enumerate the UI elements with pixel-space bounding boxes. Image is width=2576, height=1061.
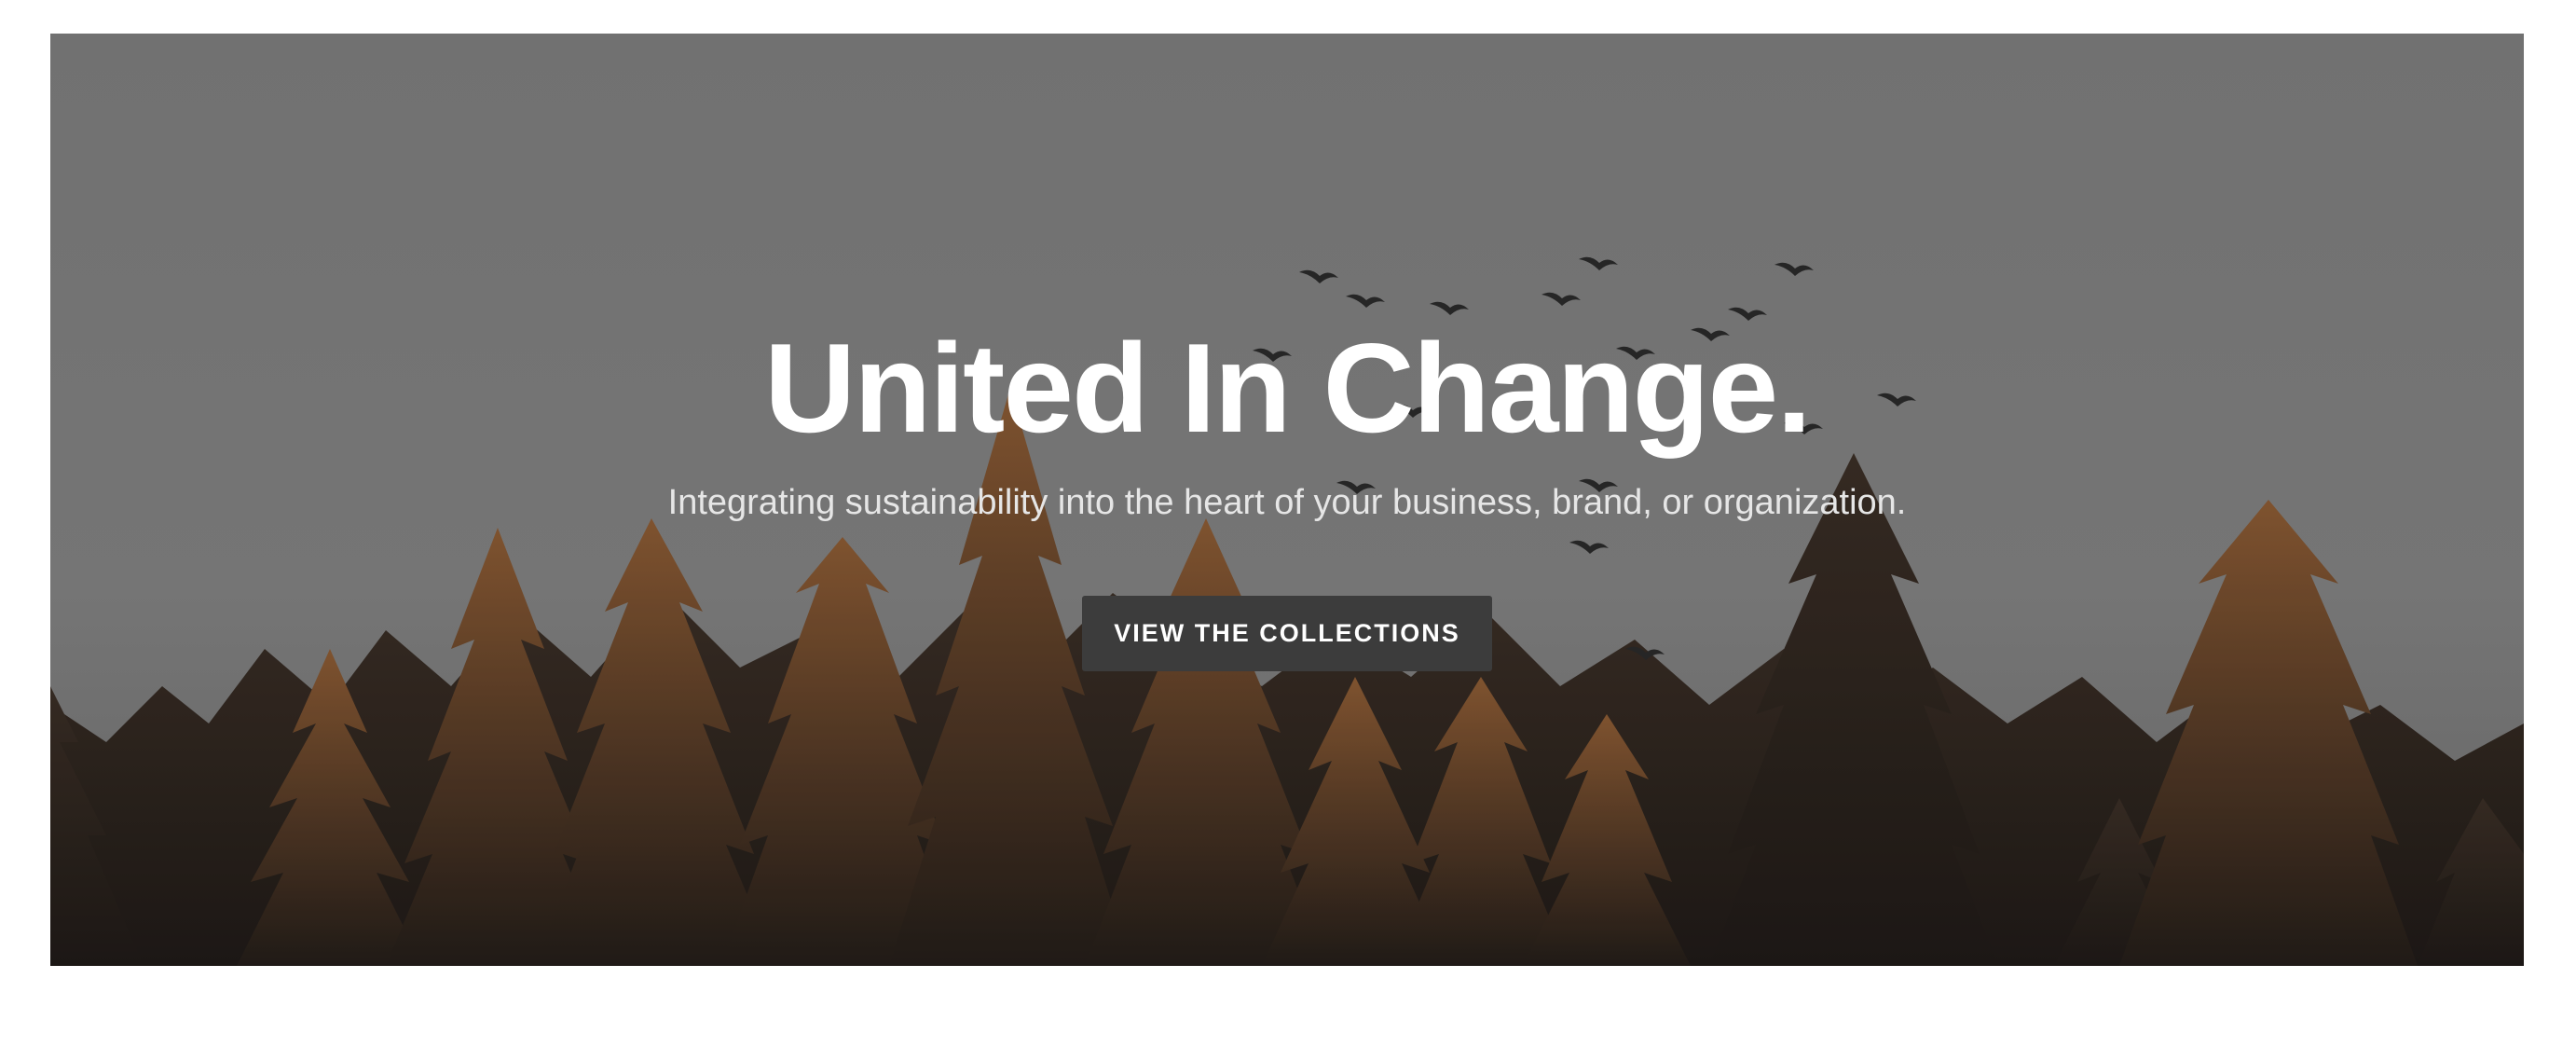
hero-title: United In Change. [764, 317, 1812, 459]
hero-content: United In Change. Integrating sustainabi… [50, 34, 2524, 966]
hero-banner: United In Change. Integrating sustainabi… [50, 34, 2524, 966]
view-collections-button[interactable]: VIEW THE COLLECTIONS [1082, 596, 1492, 671]
hero-subtitle: Integrating sustainability into the hear… [667, 483, 1907, 522]
